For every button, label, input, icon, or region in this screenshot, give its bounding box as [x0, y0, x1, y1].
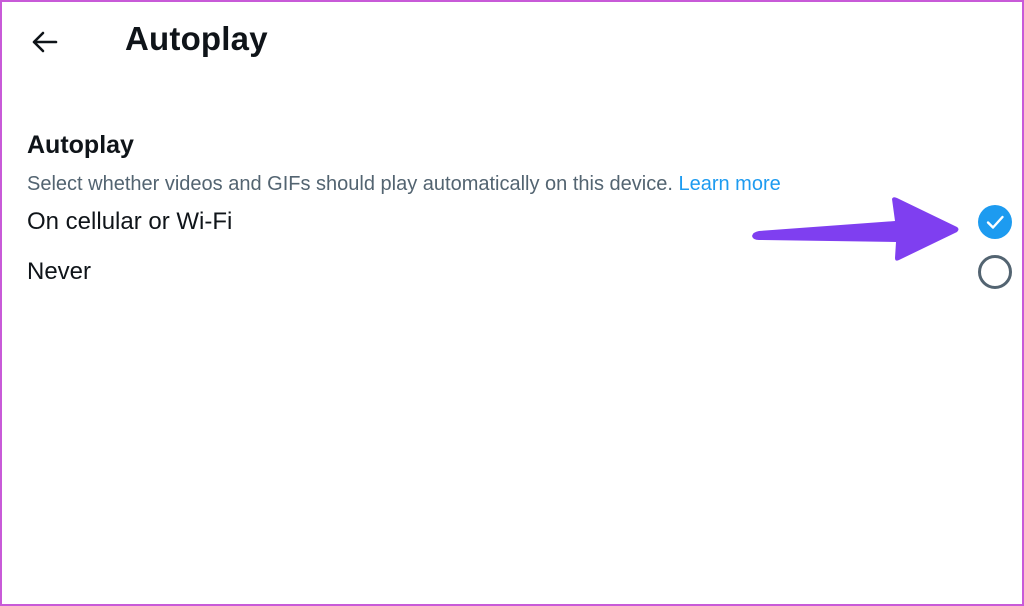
arrow-annotation-icon [752, 197, 959, 261]
description-text: Select whether videos and GIFs should pl… [27, 173, 673, 195]
page-title: Autoplay [125, 20, 268, 57]
back-button[interactable] [28, 28, 60, 56]
checkmark-icon [986, 215, 1004, 229]
radio-checked-icon[interactable] [978, 205, 1012, 239]
section-title: Autoplay [27, 131, 134, 159]
option-label: Never [27, 258, 92, 285]
learn-more-link[interactable]: Learn more [678, 173, 780, 195]
option-label: On cellular or Wi-Fi [27, 208, 233, 235]
section-description: Select whether videos and GIFs should pl… [27, 173, 781, 196]
arrow-left-icon [32, 31, 58, 53]
window-frame: Autoplay Autoplay Select whether videos … [0, 0, 1024, 606]
radio-unchecked-icon[interactable] [978, 255, 1012, 289]
